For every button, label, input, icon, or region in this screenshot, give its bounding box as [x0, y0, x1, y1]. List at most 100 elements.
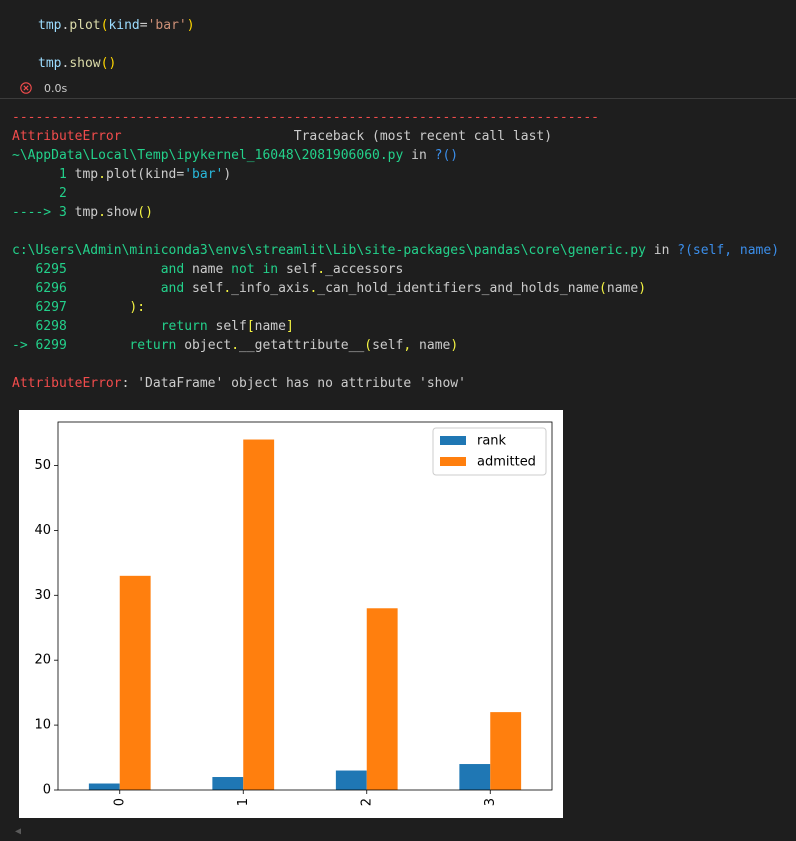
bar-admitted — [366, 608, 398, 790]
code-token: tmp — [38, 18, 62, 33]
traceback-line-current: -> 6299 return object.__getattribute__(s… — [12, 338, 458, 353]
y-tick-label: 10 — [34, 718, 51, 733]
code-token: [ — [246, 319, 255, 334]
line-number: 2 — [12, 186, 67, 201]
bar-rank — [88, 783, 120, 790]
code-token: show — [69, 56, 101, 71]
traceback-header-label: Traceback (most recent call last) — [293, 129, 553, 144]
legend-swatch-admitted — [440, 457, 466, 466]
code-line-2: tmp.show() — [38, 56, 116, 71]
code-token: ): — [129, 300, 146, 315]
error-message: : 'DataFrame' object has no attribute 's… — [121, 376, 466, 391]
frame-file-path[interactable]: c:\Users\Admin\miniconda3\envs\streamlit… — [12, 243, 646, 258]
y-tick-label: 0 — [43, 783, 51, 798]
line-number: 6298 — [12, 319, 67, 334]
bar-rank — [335, 770, 367, 790]
frame-function: ?(self, name) — [677, 243, 780, 258]
x-tick-label: 3 — [483, 798, 498, 806]
x-tick-label: 2 — [359, 798, 374, 806]
y-tick-label: 30 — [34, 588, 51, 603]
code-token: kind — [108, 18, 140, 33]
code-token: show — [105, 205, 138, 220]
code-token: . — [98, 205, 106, 220]
traceback-header: AttributeError Traceback (most recent ca… — [12, 129, 552, 144]
x-tick-label: 1 — [236, 798, 251, 806]
line-number: 6296 — [12, 281, 67, 296]
code-cell[interactable]: tmp.plot(kind='bar') tmp.show() 0.0s — [0, 0, 796, 99]
frame-in-text: in — [645, 243, 678, 258]
line-number: 1 — [12, 167, 75, 182]
traceback-line: 1 tmp.plot(kind='bar') — [12, 167, 231, 182]
code-token: . — [98, 167, 106, 182]
error-name: AttributeError — [12, 376, 122, 391]
bar-admitted — [119, 575, 151, 790]
code-token: plot(kind= — [105, 167, 185, 182]
line-number: -> 6299 — [12, 338, 67, 353]
code-token: self — [372, 338, 404, 353]
y-tick-label: 50 — [34, 458, 51, 473]
code-keyword: and — [160, 281, 185, 296]
frame-function: ?() — [434, 148, 459, 163]
x-tick-label: 0 — [112, 798, 127, 806]
traceback-separator: ----------------------------------------… — [12, 110, 599, 125]
bar-admitted — [243, 439, 275, 790]
traceback-line: 6298 return self[name] — [12, 319, 294, 334]
line-number: ----> 3 — [12, 205, 75, 220]
frame-in-text: in — [403, 148, 435, 163]
traceback-frame-1-header: ~\AppData\Local\Temp\ipykernel_16048\208… — [12, 148, 458, 163]
code-keyword: not in — [231, 262, 279, 277]
traceback-line: 6295 and name not in self._accessors — [12, 262, 403, 277]
code-token: ( — [599, 281, 607, 296]
code-line-1: tmp.plot(kind='bar') — [38, 18, 195, 33]
code-token: tmp — [38, 56, 62, 71]
code-token: name — [411, 338, 451, 353]
code-keyword: return — [129, 338, 177, 353]
bar-rank — [212, 777, 244, 790]
y-tick-label: 40 — [34, 523, 51, 538]
code-token: _info_axis — [231, 281, 310, 296]
cell-output-traceback: ----------------------------------------… — [12, 108, 779, 393]
code-token: . — [223, 281, 232, 296]
chart-output-image: 0 1 2 3 0 10 20 30 40 50 rank admitted — [19, 410, 563, 818]
code-token: self — [278, 262, 318, 277]
code-token: ) — [223, 167, 232, 182]
code-token: = — [139, 18, 148, 33]
code-token: . — [317, 262, 326, 277]
code-token: 'bar' — [184, 167, 224, 182]
cell-status-bar: 0.0s — [20, 80, 67, 96]
error-name: AttributeError — [12, 129, 122, 144]
code-token: name — [606, 281, 639, 296]
traceback-line-current: ----> 3 tmp.show() — [12, 205, 153, 220]
traceback-line: 6296 and self._info_axis._can_hold_ident… — [12, 281, 646, 296]
code-token: plot — [69, 18, 101, 33]
frame-file-path[interactable]: ~\AppData\Local\Temp\ipykernel_16048\208… — [12, 148, 403, 163]
code-token: self — [184, 281, 224, 296]
code-token: () — [137, 205, 153, 220]
code-token: 'bar' — [147, 18, 187, 33]
legend-label-admitted: admitted — [477, 455, 536, 470]
legend-label-rank: rank — [477, 434, 507, 449]
bar-rank — [459, 764, 491, 790]
code-token: . — [231, 338, 240, 353]
traceback-line: 6297 ): — [12, 300, 145, 315]
code-token: ) — [450, 338, 459, 353]
code-token: object — [176, 338, 232, 353]
code-token: name — [254, 319, 286, 334]
bar-chart: 0 1 2 301020304050rankadmitted — [34, 421, 553, 806]
code-token: ( — [364, 338, 373, 353]
code-token: _can_hold_identifiers_and_holds_name — [317, 281, 600, 296]
code-token: name — [184, 262, 232, 277]
code-keyword: and — [160, 262, 185, 277]
code-token: ] — [285, 319, 294, 334]
code-token: _accessors — [325, 262, 404, 277]
error-circle-icon — [20, 82, 32, 94]
cell-source[interactable]: tmp.plot(kind='bar') tmp.show() — [38, 16, 195, 73]
code-token: self — [207, 319, 247, 334]
code-token: tmp — [74, 205, 99, 220]
line-number: 6295 — [12, 262, 67, 277]
code-keyword: return — [160, 319, 208, 334]
legend-swatch-rank — [440, 436, 466, 445]
traceback-frame-2-header: c:\Users\Admin\miniconda3\envs\streamlit… — [12, 243, 779, 258]
execution-time: 0.0s — [44, 81, 68, 95]
scroll-left-icon[interactable]: ◀ — [15, 826, 21, 837]
